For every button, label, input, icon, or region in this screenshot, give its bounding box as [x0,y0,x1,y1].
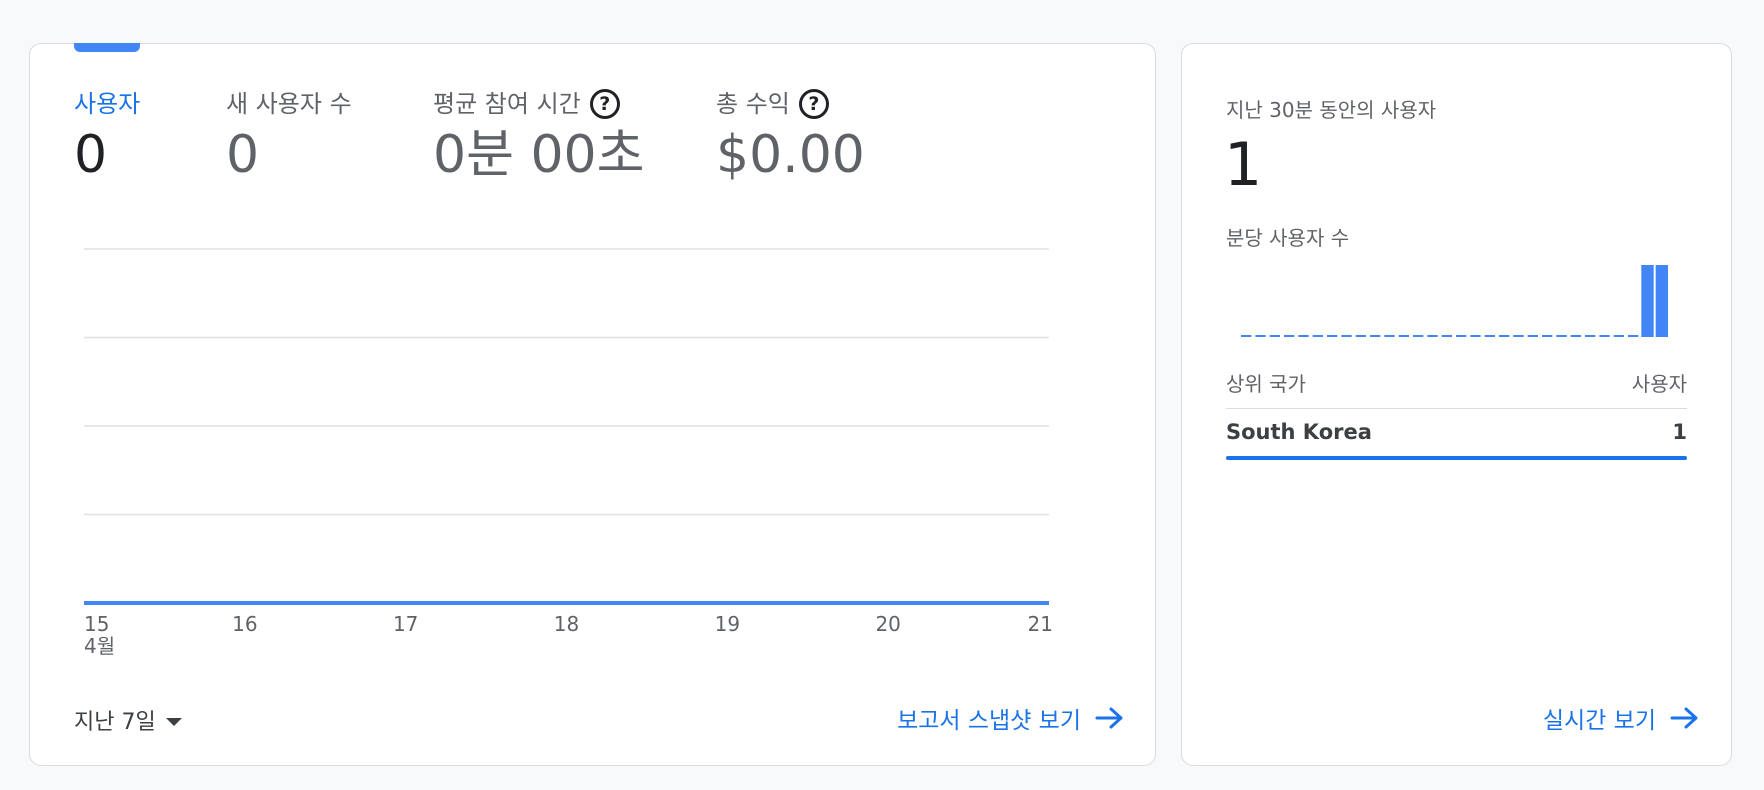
x-tick-label: 20 [875,612,900,636]
arrow-right-icon [1095,706,1125,730]
x-tick-label: 18 [554,612,579,636]
minute-bar-empty [1269,335,1280,337]
x-tick-label: 15 [84,612,109,636]
minute-bar-empty [1527,335,1538,337]
caret-down-icon [165,718,182,726]
minute-bar [1655,265,1668,337]
x-tick-label: 21 [1028,612,1053,636]
view-realtime-label: 실시간 보기 [1542,708,1656,734]
country-table-header: 상위 국가 사용자 [1226,368,1687,397]
minute-bar-empty [1298,335,1309,337]
minute-bar-empty [1570,335,1581,337]
minute-bar-empty [1599,335,1610,337]
view-report-snapshot-label: 보고서 스냅샷 보기 [897,708,1081,734]
arrow-right-icon [1670,706,1700,730]
minute-bar-empty [1441,335,1452,337]
table-row: South Korea 1 [1226,420,1687,444]
view-realtime-link[interactable]: 실시간 보기 [1543,701,1700,735]
x-tick-label: 17 [393,612,418,636]
minute-bar-empty [1585,335,1596,337]
table-divider [1226,408,1687,409]
minute-bar-empty [1628,335,1639,337]
minute-bar-empty [1427,335,1438,337]
users-line-chart: 15 16 17 18 19 20 21 4월 [84,248,1053,658]
minute-bar-empty [1484,335,1495,337]
col-country: 상위 국가 [1226,372,1306,396]
country-share-bar [1226,456,1687,460]
realtime-card: 지난 30분 동안의 사용자 1 분당 사용자 수 상위 국가 사용자 Sout… [1181,43,1732,766]
x-month-label: 4월 [84,634,115,658]
country-users: 1 [1672,420,1687,444]
minute-bar-empty [1241,335,1252,337]
x-tick-label: 19 [715,612,740,636]
minute-bar-empty [1556,335,1567,337]
minute-bar-empty [1327,335,1338,337]
minute-bar-empty [1370,335,1381,337]
minute-bar-empty [1499,335,1510,337]
country-name: South Korea [1226,420,1372,444]
minute-bar-empty [1470,335,1481,337]
minute-bar-empty [1255,335,1266,337]
date-range-selector[interactable]: 지난 7일 [74,704,182,736]
overview-card: 사용자 0 새 사용자 수 0 평균 참여 시간 ? 0분 00초 총 수익 ?… [29,43,1156,766]
view-report-snapshot-link[interactable]: 보고서 스냅샷 보기 [897,701,1125,735]
minute-bar-empty [1312,335,1323,337]
per-minute-bar-chart [1241,265,1668,337]
minute-bar-empty [1542,335,1553,337]
minute-bar-empty [1384,335,1395,337]
col-users: 사용자 [1631,372,1687,396]
minute-bar-empty [1398,335,1409,337]
minute-bar-empty [1513,335,1524,337]
minute-bar-empty [1284,335,1295,337]
minute-bar-empty [1613,335,1624,337]
minute-bar-empty [1341,335,1352,337]
x-tick-label: 16 [232,612,257,636]
minute-bar-empty [1456,335,1467,337]
date-range-label: 지난 7일 [74,710,156,735]
minute-bar-empty [1355,335,1366,337]
minute-bar-empty [1413,335,1424,337]
minute-bar [1641,265,1654,337]
